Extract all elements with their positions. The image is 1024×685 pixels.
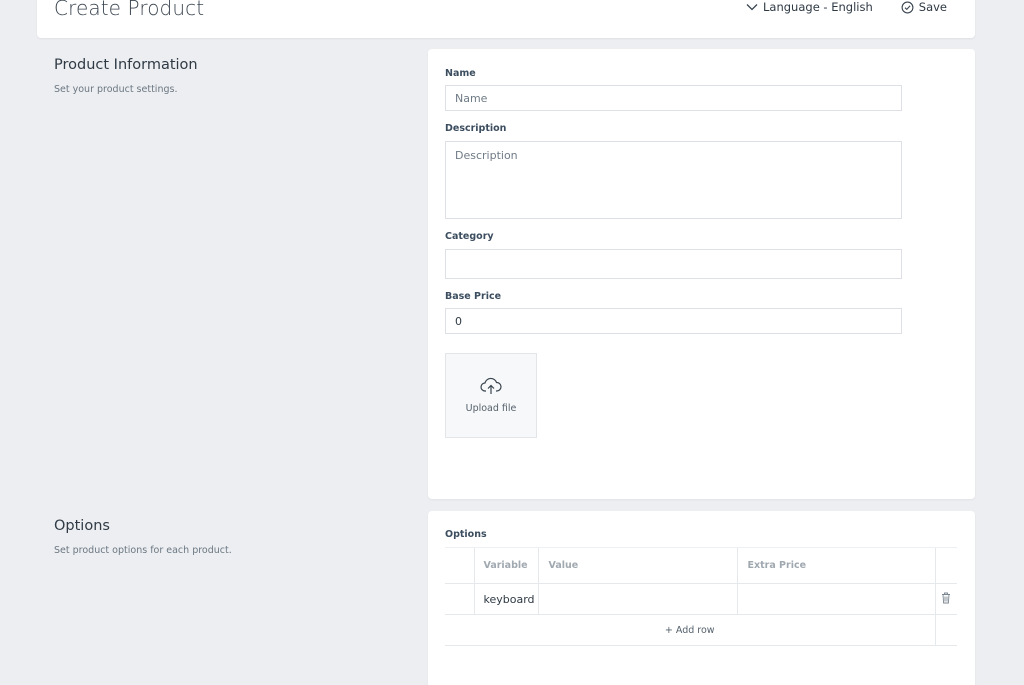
drag-column-header	[445, 547, 474, 584]
column-header-extra-price: Extra Price	[736, 547, 935, 584]
add-row-button[interactable]: + Add row	[445, 614, 935, 646]
page-header: Create Product Language - English Save	[37, 0, 975, 38]
add-row: + Add row	[445, 614, 957, 646]
language-label: Language - English	[763, 0, 873, 14]
add-row-spacer	[934, 614, 957, 646]
variable-cell[interactable]: keyboard	[473, 583, 538, 615]
product-info-title: Product Information	[54, 57, 198, 73]
product-info-subtitle: Set your product settings.	[54, 84, 178, 95]
language-dropdown-button[interactable]: Language - English	[746, 0, 873, 14]
column-header-variable: Variable	[473, 547, 538, 584]
actions-column-header	[934, 547, 957, 584]
table-row: keyboard	[445, 583, 957, 615]
options-subtitle: Set product options for each product.	[54, 545, 232, 556]
description-label: Description	[445, 123, 507, 134]
column-header-value: Value	[537, 547, 737, 584]
trash-icon[interactable]	[941, 592, 951, 607]
row-handle-cell[interactable]	[445, 583, 474, 615]
check-circle-icon	[901, 1, 914, 14]
options-table-label: Options	[445, 529, 487, 540]
delete-row-cell	[934, 583, 957, 615]
value-cell[interactable]	[537, 583, 737, 615]
extra-price-cell[interactable]	[736, 583, 935, 615]
upload-file-label: Upload file	[465, 403, 517, 414]
category-label: Category	[445, 231, 494, 242]
page-title: Create Product	[54, 0, 205, 20]
options-table: Variable Value Extra Price keyboard + Ad…	[445, 547, 957, 646]
cloud-upload-icon	[480, 377, 502, 399]
options-card: Options Variable Value Extra Price keybo…	[428, 511, 975, 685]
options-title: Options	[54, 518, 110, 534]
save-label: Save	[918, 0, 947, 14]
product-info-card: Name Description Category Base Price Upl…	[428, 49, 975, 499]
name-input[interactable]	[445, 85, 902, 111]
base-price-input[interactable]	[445, 308, 902, 334]
description-textarea[interactable]	[445, 141, 902, 219]
save-button[interactable]: Save	[901, 0, 947, 14]
options-table-header: Variable Value Extra Price	[445, 547, 957, 584]
upload-file-button[interactable]: Upload file	[445, 353, 537, 438]
header-actions: Language - English Save	[746, 0, 947, 14]
base-price-label: Base Price	[445, 291, 502, 302]
name-label: Name	[445, 68, 476, 79]
chevron-down-icon	[746, 3, 758, 11]
category-input[interactable]	[445, 249, 902, 279]
